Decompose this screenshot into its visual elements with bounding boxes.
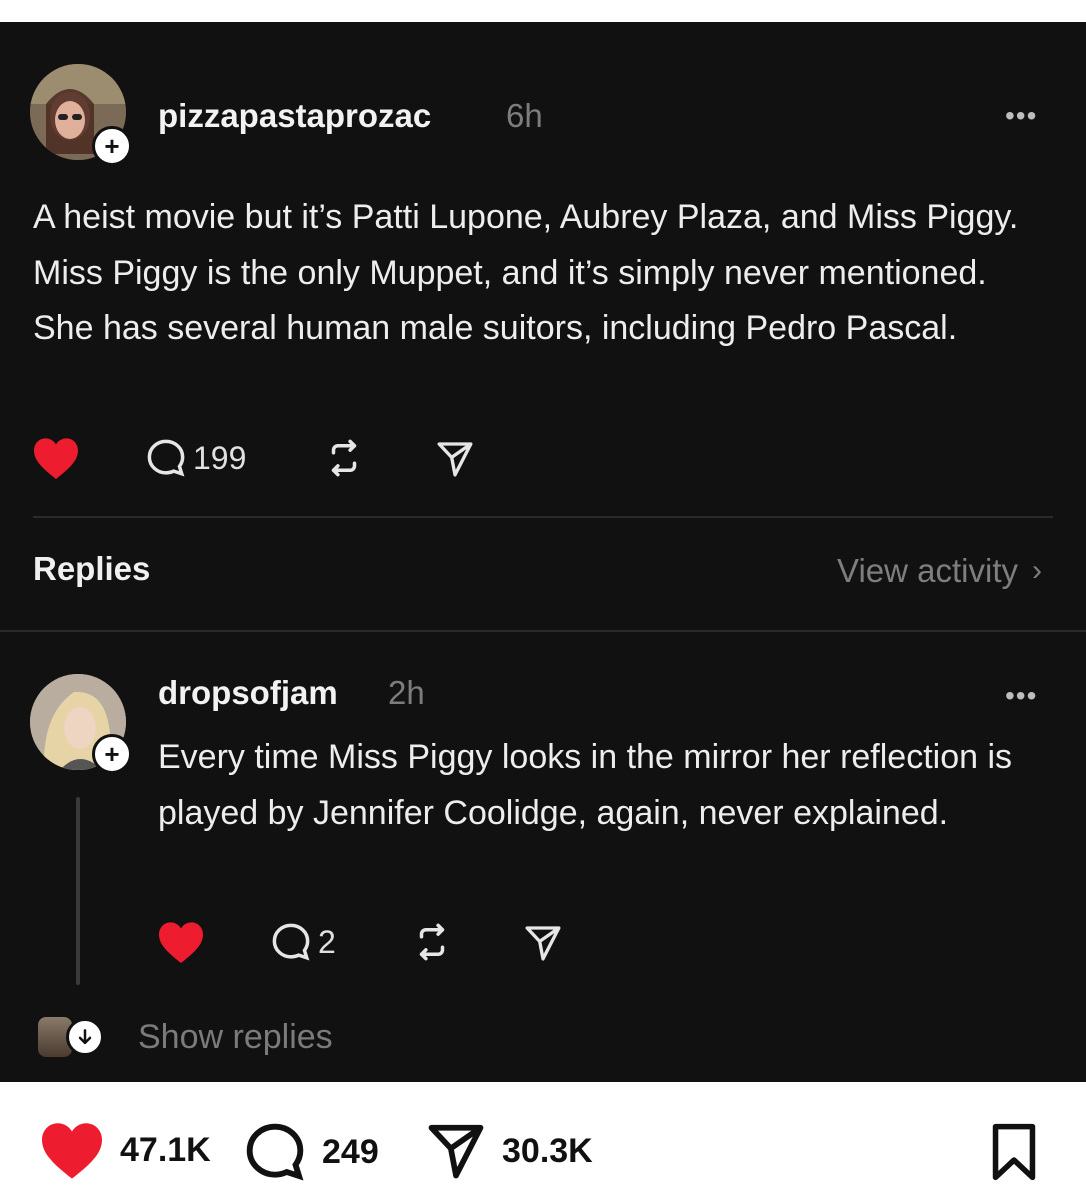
chevron-right-icon: › [1032,554,1042,587]
share-button[interactable]: 30.3K [424,1120,593,1182]
share-count: 30.3K [502,1131,593,1170]
thread-line [76,797,80,985]
reply-timestamp: 2h [388,674,425,711]
heart-filled-icon [159,922,203,963]
comment-button[interactable]: 199 [145,437,246,479]
post-text: A heist movie but it’s Patti Lupone, Aub… [33,198,1019,347]
follow-button[interactable]: + [92,126,132,166]
show-replies-row[interactable]: Show replies [38,1017,333,1057]
comment-icon [272,923,310,961]
follow-button[interactable]: + [92,734,132,774]
bookmark-icon [992,1123,1036,1181]
reply-text: Every time Miss Piggy looks in the mirro… [158,738,1013,832]
repost-icon [331,439,357,477]
repost-icon [419,923,445,961]
divider [0,630,1086,632]
share-button[interactable] [434,439,476,479]
view-activity-label: View activity [837,552,1018,589]
more-options-button[interactable]: ••• [1005,680,1037,712]
heart-filled-icon [34,438,78,479]
repost-button[interactable] [322,437,366,479]
post-timestamp: 6h [506,97,543,134]
comment-count: 199 [193,439,247,476]
divider [33,516,1053,518]
like-button[interactable]: 47.1K [38,1120,211,1180]
bottom-action-bar: 47.1K 249 30.3K [0,1082,1086,1200]
like-count: 47.1K [120,1130,211,1169]
comment-count: 2 [318,923,336,960]
send-icon [428,1124,484,1179]
more-options-button[interactable]: ••• [1005,100,1037,132]
comment-button[interactable]: 2 [270,921,336,963]
replies-heading: Replies [33,550,151,587]
reply-username[interactable]: dropsofjam [158,674,338,712]
send-icon [437,442,473,477]
comment-icon [147,439,185,477]
save-button[interactable] [986,1122,1042,1182]
post-username[interactable]: pizzapastaprozac [158,97,431,135]
arrow-down-icon [66,1018,104,1056]
share-button[interactable] [522,923,564,963]
like-button[interactable] [157,920,205,964]
comment-icon [246,1123,304,1181]
show-replies-link[interactable]: Show replies [138,1018,333,1057]
view-activity-link[interactable]: View activity › [837,552,1042,590]
threads-post-screenshot: + pizzapastaprozac 6h ••• A heist movie … [0,22,1086,1082]
repost-button[interactable] [410,921,454,963]
like-button[interactable] [32,436,80,480]
comment-button[interactable]: 249 [242,1120,379,1184]
send-icon [525,926,561,961]
comment-count: 249 [322,1132,379,1171]
heart-filled-icon [42,1123,102,1179]
